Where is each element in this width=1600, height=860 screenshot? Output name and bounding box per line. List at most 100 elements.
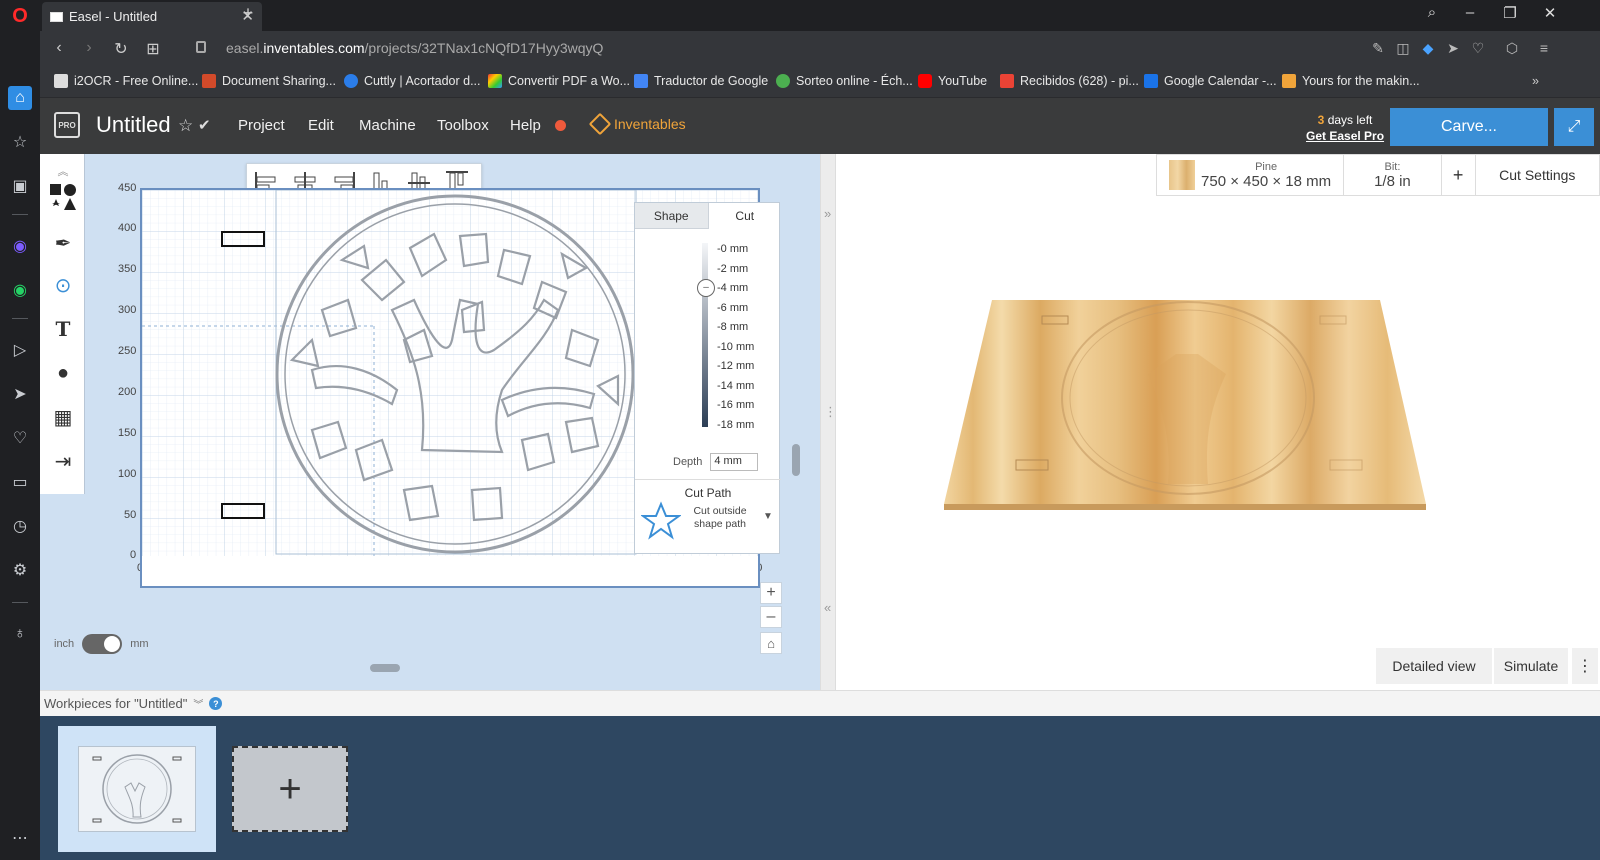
- get-pro-link[interactable]: Get Easel Pro: [1306, 128, 1384, 144]
- heart-icon[interactable]: ♡: [1468, 40, 1488, 57]
- workpiece-preview: [78, 746, 196, 832]
- wood-swatch: [1169, 160, 1196, 190]
- heart-icon[interactable]: ♡: [8, 426, 32, 450]
- new-tab-icon[interactable]: +: [236, 3, 260, 24]
- snapshot-icon[interactable]: ▭: [8, 470, 32, 494]
- back-icon[interactable]: ‹: [48, 39, 70, 57]
- bookmark-item[interactable]: YouTube: [918, 74, 987, 88]
- unit-switch[interactable]: [82, 634, 123, 654]
- menu-help[interactable]: Help: [510, 117, 541, 134]
- carve-button[interactable]: Carve...: [1390, 108, 1548, 146]
- add-bit-icon[interactable]: +: [1442, 155, 1476, 195]
- star-icon[interactable]: ☆: [8, 130, 32, 154]
- menu-toolbox[interactable]: Toolbox: [437, 117, 489, 134]
- favorite-star-icon[interactable]: ☆: [178, 116, 193, 136]
- panel-divider[interactable]: » ⋮ «: [820, 154, 837, 690]
- text-icon[interactable]: T: [48, 314, 78, 344]
- restore-icon[interactable]: ❐: [1498, 4, 1522, 22]
- apps-icon[interactable]: ▦: [48, 402, 78, 432]
- bookmark-item[interactable]: i2OCR - Free Online...: [54, 74, 198, 88]
- detailed-view-button[interactable]: Detailed view: [1376, 648, 1492, 684]
- depth-input[interactable]: 4 mm: [710, 453, 759, 471]
- send-icon[interactable]: ➤: [8, 382, 32, 406]
- menu-icon[interactable]: ≡: [1534, 40, 1554, 56]
- cut-settings-button[interactable]: Cut Settings: [1476, 155, 1599, 195]
- send-icon[interactable]: ➤: [1443, 40, 1463, 57]
- star-outline-icon[interactable]: [641, 501, 681, 541]
- lightbulb-icon[interactable]: ♁: [8, 622, 32, 646]
- bookmark-item[interactable]: Recibidos (628) - pi...: [1000, 74, 1139, 88]
- messenger-icon[interactable]: ◉: [8, 234, 32, 258]
- bit-selector[interactable]: Bit: 1/8 in: [1344, 155, 1442, 195]
- more-bookmarks-icon[interactable]: »: [1532, 74, 1539, 88]
- help-icon[interactable]: ?: [209, 697, 223, 710]
- apple-icon[interactable]: ●: [48, 358, 78, 388]
- history-icon[interactable]: ◷: [8, 514, 32, 538]
- pen-icon[interactable]: ✒: [48, 228, 78, 258]
- home-view-icon[interactable]: ⌂: [760, 632, 782, 654]
- add-workpiece-button[interactable]: +: [232, 746, 348, 832]
- import-icon[interactable]: ⇥: [48, 446, 78, 476]
- expand-icon[interactable]: ⤢: [1554, 108, 1594, 146]
- zoom-out-icon[interactable]: –: [760, 606, 782, 628]
- project-title[interactable]: Untitled: [96, 112, 171, 138]
- menu-machine[interactable]: Machine: [359, 117, 416, 134]
- menu-edit[interactable]: Edit: [308, 117, 334, 134]
- edit-icon[interactable]: ✎: [1368, 40, 1388, 57]
- briefcase-icon[interactable]: ▣: [8, 174, 32, 198]
- bookmark-item[interactable]: Cuttly | Acortador d...: [344, 74, 481, 88]
- camera-icon[interactable]: ◫: [1393, 40, 1413, 57]
- target-icon[interactable]: ⊙: [48, 270, 78, 300]
- chevron-down-icon[interactable]: ︾: [193, 696, 203, 711]
- bookmark-label: i2OCR - Free Online...: [74, 74, 199, 88]
- chevron-left-icon[interactable]: «: [824, 600, 831, 615]
- browser-tab[interactable]: Easel - Untitled ✕: [42, 2, 262, 31]
- workpieces-title[interactable]: Workpieces for "Untitled" ︾ ?: [44, 696, 223, 711]
- shield-icon[interactable]: ◆: [1418, 40, 1438, 57]
- close-window-icon[interactable]: ✕: [1538, 4, 1562, 22]
- tabs-grid-icon[interactable]: ⊞: [142, 39, 164, 59]
- whatsapp-icon[interactable]: ◉: [8, 278, 32, 302]
- inventables-link[interactable]: Inventables: [588, 112, 686, 136]
- workpiece-thumbnail[interactable]: [58, 726, 216, 852]
- more-icon[interactable]: ⋯: [8, 826, 32, 850]
- search-icon[interactable]: ⌕: [1420, 4, 1444, 21]
- horizontal-scrollbar[interactable]: [370, 664, 400, 672]
- depth-slider-handle[interactable]: –: [697, 279, 715, 297]
- bookmark-item[interactable]: Sorteo online - Éch...: [776, 74, 913, 88]
- simulate-button[interactable]: Simulate: [1494, 648, 1568, 684]
- home-icon[interactable]: ⌂: [8, 86, 32, 110]
- minimize-icon[interactable]: –: [1458, 4, 1482, 21]
- bookmark-item[interactable]: Google Calendar -...: [1144, 74, 1277, 88]
- tab-shape[interactable]: Shape: [635, 203, 709, 229]
- unit-toggle[interactable]: inch mm: [54, 634, 149, 654]
- y-tick-label: 450: [118, 182, 137, 194]
- y-tick-label: 50: [124, 509, 137, 521]
- shapes-icon[interactable]: [48, 182, 78, 212]
- bookmark-item[interactable]: Document Sharing...: [202, 74, 336, 88]
- depth-slider[interactable]: [699, 243, 711, 429]
- menu-project[interactable]: Project: [238, 117, 285, 134]
- zoom-in-icon[interactable]: +: [760, 582, 782, 604]
- bookmark-label: YouTube: [938, 74, 988, 88]
- bookmark-item[interactable]: Traductor de Google: [634, 74, 768, 88]
- chevron-down-icon[interactable]: ▼: [763, 511, 773, 522]
- url-domain: inventables.com: [263, 40, 365, 56]
- player-icon[interactable]: ▷: [8, 338, 32, 362]
- wood-preview[interactable]: [936, 294, 1436, 514]
- vertical-scrollbar[interactable]: [792, 444, 800, 476]
- url-field[interactable]: easel.inventables.com/projects/32TNax1cN…: [226, 40, 603, 56]
- forward-icon[interactable]: ›: [78, 39, 100, 57]
- more-options-icon[interactable]: ⋮: [1572, 648, 1598, 684]
- chevron-right-icon[interactable]: »: [824, 206, 831, 221]
- settings-icon[interactable]: ⚙: [8, 558, 32, 582]
- pro-logo-icon: PRO: [54, 112, 80, 138]
- tab-cut[interactable]: Cut: [709, 203, 782, 229]
- bookmark-item[interactable]: Yours for the makin...: [1282, 74, 1420, 88]
- bookmark-item[interactable]: Convertir PDF a Wo...: [488, 74, 630, 88]
- opera-logo-icon[interactable]: O: [8, 4, 32, 28]
- reload-icon[interactable]: ↻: [110, 39, 132, 59]
- cut-path-option[interactable]: Cut outside shape path: [687, 505, 753, 531]
- cube-icon[interactable]: ⬡: [1502, 40, 1522, 57]
- material-selector[interactable]: Pine 750 × 450 × 18 mm: [1157, 155, 1345, 195]
